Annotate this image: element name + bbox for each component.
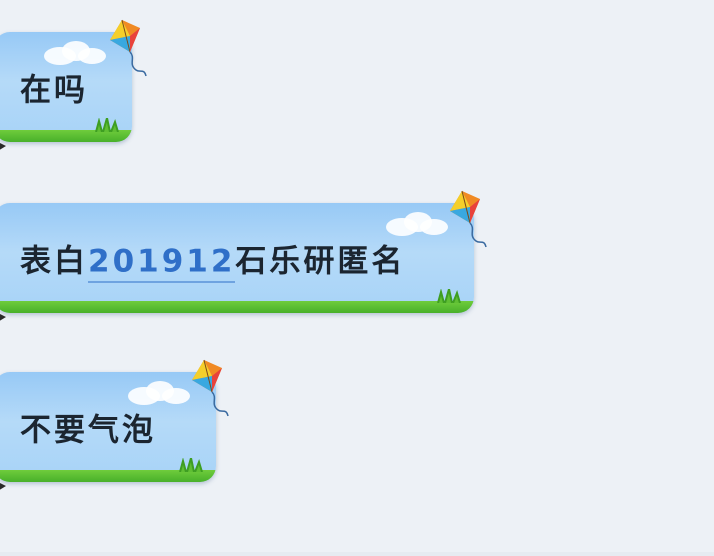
message-text: 在吗 [20,72,88,109]
kite-icon [110,19,147,77]
grass-strip [0,301,474,313]
message-bubble-3[interactable]: 不要气泡 [0,359,229,490]
number-link[interactable]: 201912 [88,243,236,283]
message-suffix: 石乐研匿名 [235,243,406,280]
message-text: 不要气泡 [20,412,156,449]
bubble-tail [0,314,6,321]
chat-bottom-edge [0,552,714,556]
bubble-tail [0,143,6,150]
message-bubble-1[interactable]: 在吗 [0,19,147,150]
grass-icon [179,458,203,472]
grass-icon [95,118,119,132]
kite-icon [450,190,487,248]
message-text: 表白201912石乐研匿名 [20,236,406,283]
message-prefix: 表白 [20,243,88,280]
bubble-tail [0,483,6,490]
message-bubble-2[interactable]: 表白201912石乐研匿名 [0,190,487,321]
grass-icon [437,289,461,303]
kite-icon [192,359,229,417]
